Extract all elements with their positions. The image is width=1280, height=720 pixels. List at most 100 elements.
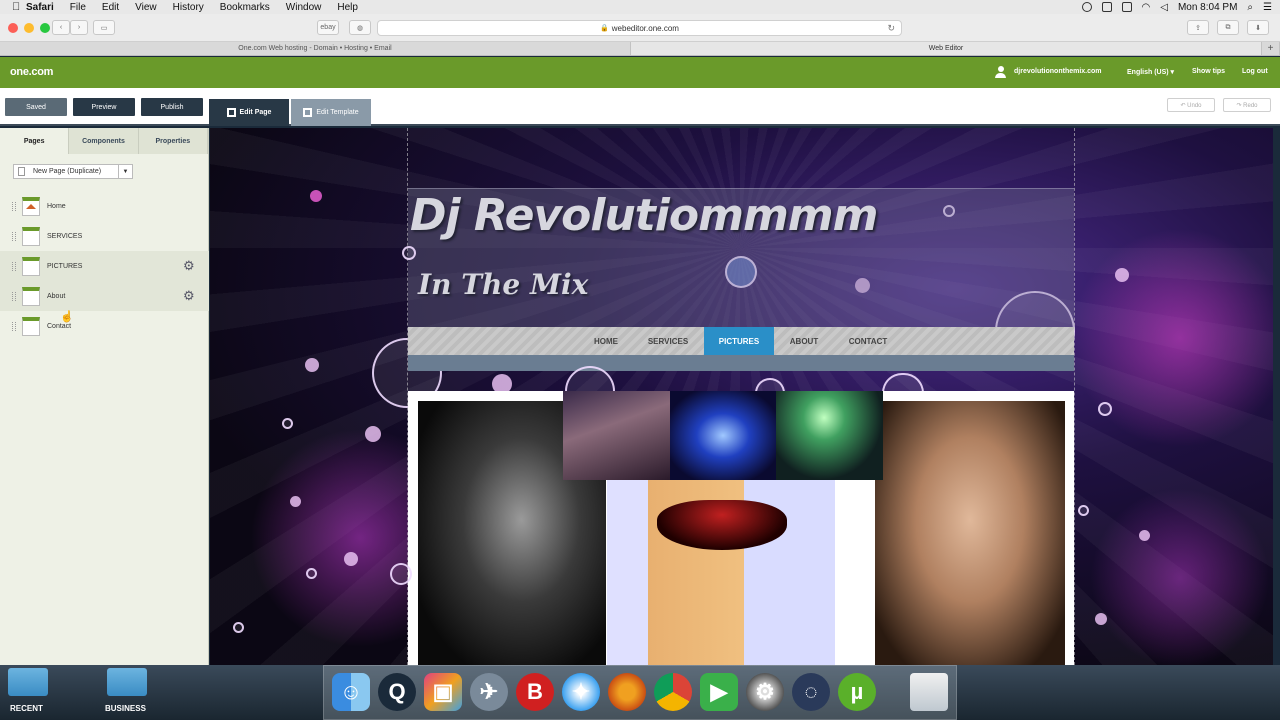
menu-file[interactable]: File — [70, 2, 86, 13]
close-window-button[interactable] — [8, 23, 18, 33]
nav-contact[interactable]: CONTACT — [834, 327, 902, 355]
bbedit-icon[interactable]: B — [516, 673, 554, 711]
ebay-bookmark-button[interactable]: ebay — [317, 20, 339, 35]
notification-icon[interactable]: ☰ — [1263, 2, 1272, 13]
drag-handle-icon[interactable] — [12, 262, 16, 271]
edit-page-tab[interactable]: Edit Page — [209, 99, 289, 126]
bbedit-status-icon[interactable] — [1101, 2, 1112, 12]
privacy-icon[interactable]: ◍ — [349, 20, 371, 35]
safari-icon[interactable]: ✦ — [562, 673, 600, 711]
record-icon[interactable] — [1081, 2, 1092, 12]
drag-handle-icon[interactable] — [12, 202, 16, 211]
language-selector[interactable]: English (US) ▾ — [1127, 68, 1174, 76]
nav-services[interactable]: SERVICES — [632, 327, 704, 355]
gallery-photo[interactable] — [607, 480, 835, 665]
gallery-photo[interactable] — [776, 391, 883, 480]
folder-icon[interactable] — [8, 668, 48, 696]
page-label: About — [47, 292, 66, 300]
back-button[interactable]: ‹ — [52, 20, 70, 35]
gallery-photo[interactable] — [670, 391, 776, 480]
folder-icon[interactable] — [107, 668, 147, 696]
new-page-dropdown[interactable]: New Page (Duplicate) ▼ — [13, 164, 133, 179]
logout-link[interactable]: Log out — [1242, 68, 1268, 75]
utorrent-icon[interactable]: µ — [838, 673, 876, 711]
trash-icon[interactable] — [910, 673, 948, 711]
finder-icon[interactable]: ☺ — [332, 673, 370, 711]
launchpad-icon[interactable]: ✈ — [470, 673, 508, 711]
redo-button[interactable]: ↷ Redo — [1223, 98, 1271, 112]
page-item-about[interactable]: About ⚙ — [0, 281, 209, 311]
menu-help[interactable]: Help — [337, 2, 358, 13]
wifi-icon[interactable]: ◠ — [1142, 2, 1151, 13]
onecom-logo[interactable]: one.com — [10, 66, 53, 78]
menu-history[interactable]: History — [173, 2, 204, 13]
menu-window[interactable]: Window — [286, 2, 322, 13]
clock[interactable]: Mon 8:04 PM — [1178, 2, 1237, 13]
volume-icon[interactable]: ◁ — [1160, 2, 1168, 13]
facetime-icon[interactable]: ▶ — [700, 673, 738, 711]
share-button[interactable]: ⇪ — [1187, 20, 1209, 35]
tab-properties[interactable]: Properties — [139, 128, 208, 154]
website-canvas[interactable]: Dj Revolutiommmm In The Mix HOME SERVICE… — [210, 128, 1273, 665]
tabs-overview-button[interactable]: ⧉ — [1217, 20, 1239, 35]
gallery-photo[interactable] — [563, 391, 670, 480]
sidebar-toggle-button[interactable]: ▭ — [93, 20, 115, 35]
user-account[interactable]: djrevolutiononthemix.com — [1014, 68, 1102, 75]
final-cut-icon[interactable]: ▣ — [424, 673, 462, 711]
drag-handle-icon[interactable] — [12, 322, 16, 331]
preview-button[interactable]: Preview — [73, 98, 135, 116]
chrome-icon[interactable] — [654, 673, 692, 711]
tab-onecom-hosting[interactable]: One.com Web hosting - Domain • Hosting •… — [0, 42, 631, 55]
page-item-services[interactable]: SERVICES — [0, 221, 209, 251]
page-item-home[interactable]: Home — [0, 191, 209, 221]
tab-components[interactable]: Components — [69, 128, 139, 154]
apple-icon[interactable]:  — [12, 1, 26, 13]
new-tab-button[interactable]: + — [1262, 42, 1280, 55]
drag-handle-icon[interactable] — [12, 292, 16, 301]
downloads-button[interactable]: ⬇ — [1247, 20, 1269, 35]
edit-page-label: Edit Page — [239, 109, 272, 116]
gear-icon[interactable]: ⚙ — [183, 259, 195, 272]
tab-web-editor[interactable]: Web Editor — [631, 42, 1262, 55]
page-label: PICTURES — [47, 262, 83, 270]
menu-view[interactable]: View — [135, 2, 157, 13]
nav-home[interactable]: HOME — [580, 327, 632, 355]
edit-template-tab[interactable]: Edit Template — [291, 99, 371, 126]
mouse-cursor-icon: ☝ — [60, 311, 74, 323]
airplay-icon[interactable] — [1121, 2, 1132, 12]
drag-handle-icon[interactable] — [12, 232, 16, 241]
firefox-icon[interactable] — [608, 673, 646, 711]
zoom-window-button[interactable] — [40, 23, 50, 33]
bubble-decoration — [282, 418, 293, 429]
folder-label[interactable]: BUSINESS — [105, 704, 146, 713]
nav-pictures[interactable]: PICTURES — [704, 327, 774, 355]
minimize-window-button[interactable] — [24, 23, 34, 33]
page-item-contact[interactable]: Contact — [0, 311, 209, 341]
reload-icon[interactable]: ↻ — [887, 23, 895, 34]
gallery-photo[interactable] — [875, 401, 1065, 665]
saved-button[interactable]: Saved — [5, 98, 67, 116]
site-title[interactable]: Dj Revolutiommmm — [410, 190, 879, 241]
page-item-pictures[interactable]: PICTURES ⚙ — [0, 251, 209, 281]
photo-gallery[interactable] — [408, 391, 1074, 665]
nav-about[interactable]: ABOUT — [774, 327, 834, 355]
spotlight-icon[interactable]: ⌕ — [1247, 2, 1253, 13]
app-icon[interactable]: ◌ — [792, 673, 830, 711]
menu-app-name[interactable]: Safari — [26, 2, 54, 13]
system-preferences-icon[interactable]: ⚙ — [746, 673, 784, 711]
address-bar[interactable]: 🔒 webeditor.one.com ↻ — [377, 20, 902, 36]
gear-icon[interactable]: ⚙ — [183, 289, 195, 302]
quicktime-icon[interactable]: Q — [378, 673, 416, 711]
menu-edit[interactable]: Edit — [102, 2, 119, 13]
undo-button[interactable]: ↶ Undo — [1167, 98, 1215, 112]
site-subtitle[interactable]: In The Mix — [418, 268, 588, 301]
header-band — [408, 355, 1074, 371]
folder-label[interactable]: RECENT — [10, 704, 43, 713]
show-tips-link[interactable]: Show tips — [1192, 68, 1225, 75]
forward-button[interactable]: › — [70, 20, 88, 35]
tab-pages[interactable]: Pages — [0, 128, 70, 154]
publish-button[interactable]: Publish — [141, 98, 203, 116]
chevron-down-icon[interactable]: ▼ — [118, 165, 132, 178]
url-text: webeditor.one.com — [611, 23, 679, 33]
menu-bookmarks[interactable]: Bookmarks — [220, 2, 270, 13]
